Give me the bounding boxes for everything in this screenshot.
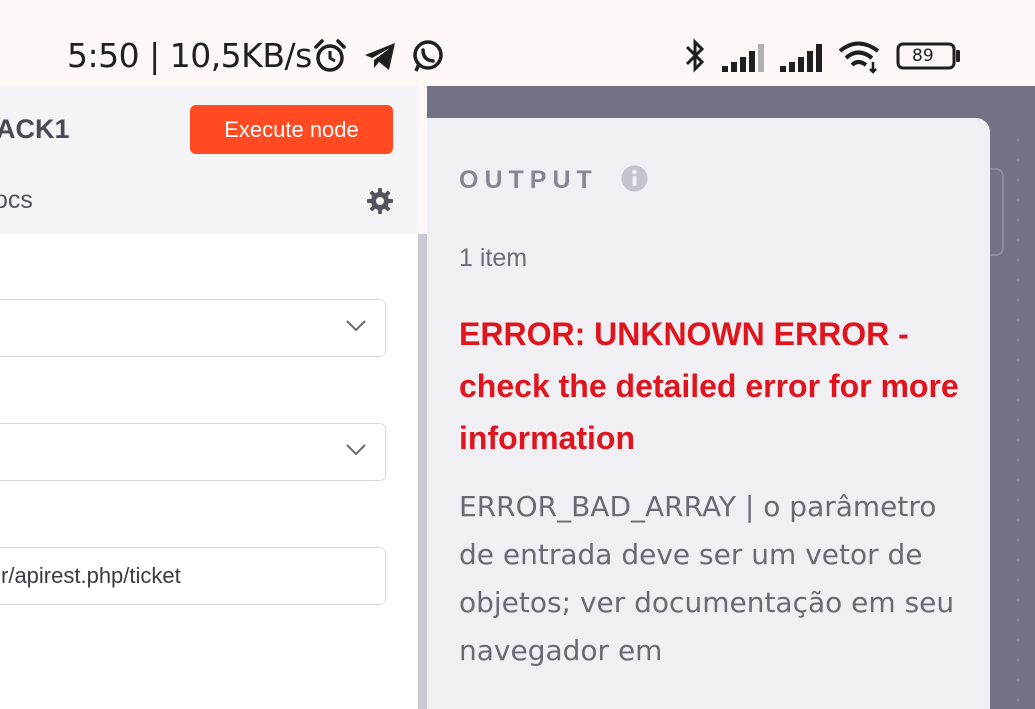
- battery-level: 89: [912, 46, 934, 66]
- node-name[interactable]: ACK1: [0, 114, 70, 145]
- execute-node-button[interactable]: Execute node: [190, 105, 393, 154]
- gear-icon[interactable]: [366, 187, 394, 215]
- alarm-icon: [312, 38, 348, 74]
- canvas-grid: [1008, 130, 1035, 709]
- status-time-speed: 5:50 | 10,5KB/s: [67, 36, 312, 75]
- url-field[interactable]: r/apirest.php/ticket: [0, 547, 386, 605]
- chevron-down-icon: [345, 443, 367, 457]
- item-count: 1 item: [459, 244, 528, 272]
- parameter-select-2[interactable]: [0, 423, 386, 481]
- signal-icon: [720, 38, 768, 74]
- node-header: ACK1 Execute node ocs: [0, 86, 418, 234]
- status-bar: 5:50 | 10,5KB/s 89: [0, 0, 1035, 86]
- output-panel: OUTPUT 1 item ERROR: UNKNOWN ERROR - che…: [427, 118, 990, 709]
- error-title: ERROR: UNKNOWN ERROR - check the detaile…: [459, 316, 959, 456]
- url-value: r/apirest.php/ticket: [1, 563, 181, 588]
- output-title: OUTPUT: [459, 166, 598, 194]
- docs-link[interactable]: ocs: [0, 186, 33, 215]
- whatsapp-icon: [410, 38, 446, 74]
- telegram-icon: [362, 38, 398, 74]
- parameter-select-1[interactable]: [0, 299, 386, 357]
- signal-icon: [778, 38, 826, 74]
- node-parameters-panel: ACK1 Execute node ocs r/apirest.php/tick…: [0, 86, 418, 709]
- chevron-down-icon: [345, 319, 367, 333]
- bluetooth-icon: [678, 38, 712, 74]
- battery-icon: 89: [896, 38, 962, 74]
- error-detail: ERROR_BAD_ARRAY | o parâmetro de entrada…: [459, 490, 955, 667]
- info-icon[interactable]: [621, 165, 648, 192]
- panel-resize-handle[interactable]: [418, 234, 427, 709]
- wifi-icon: [836, 38, 884, 74]
